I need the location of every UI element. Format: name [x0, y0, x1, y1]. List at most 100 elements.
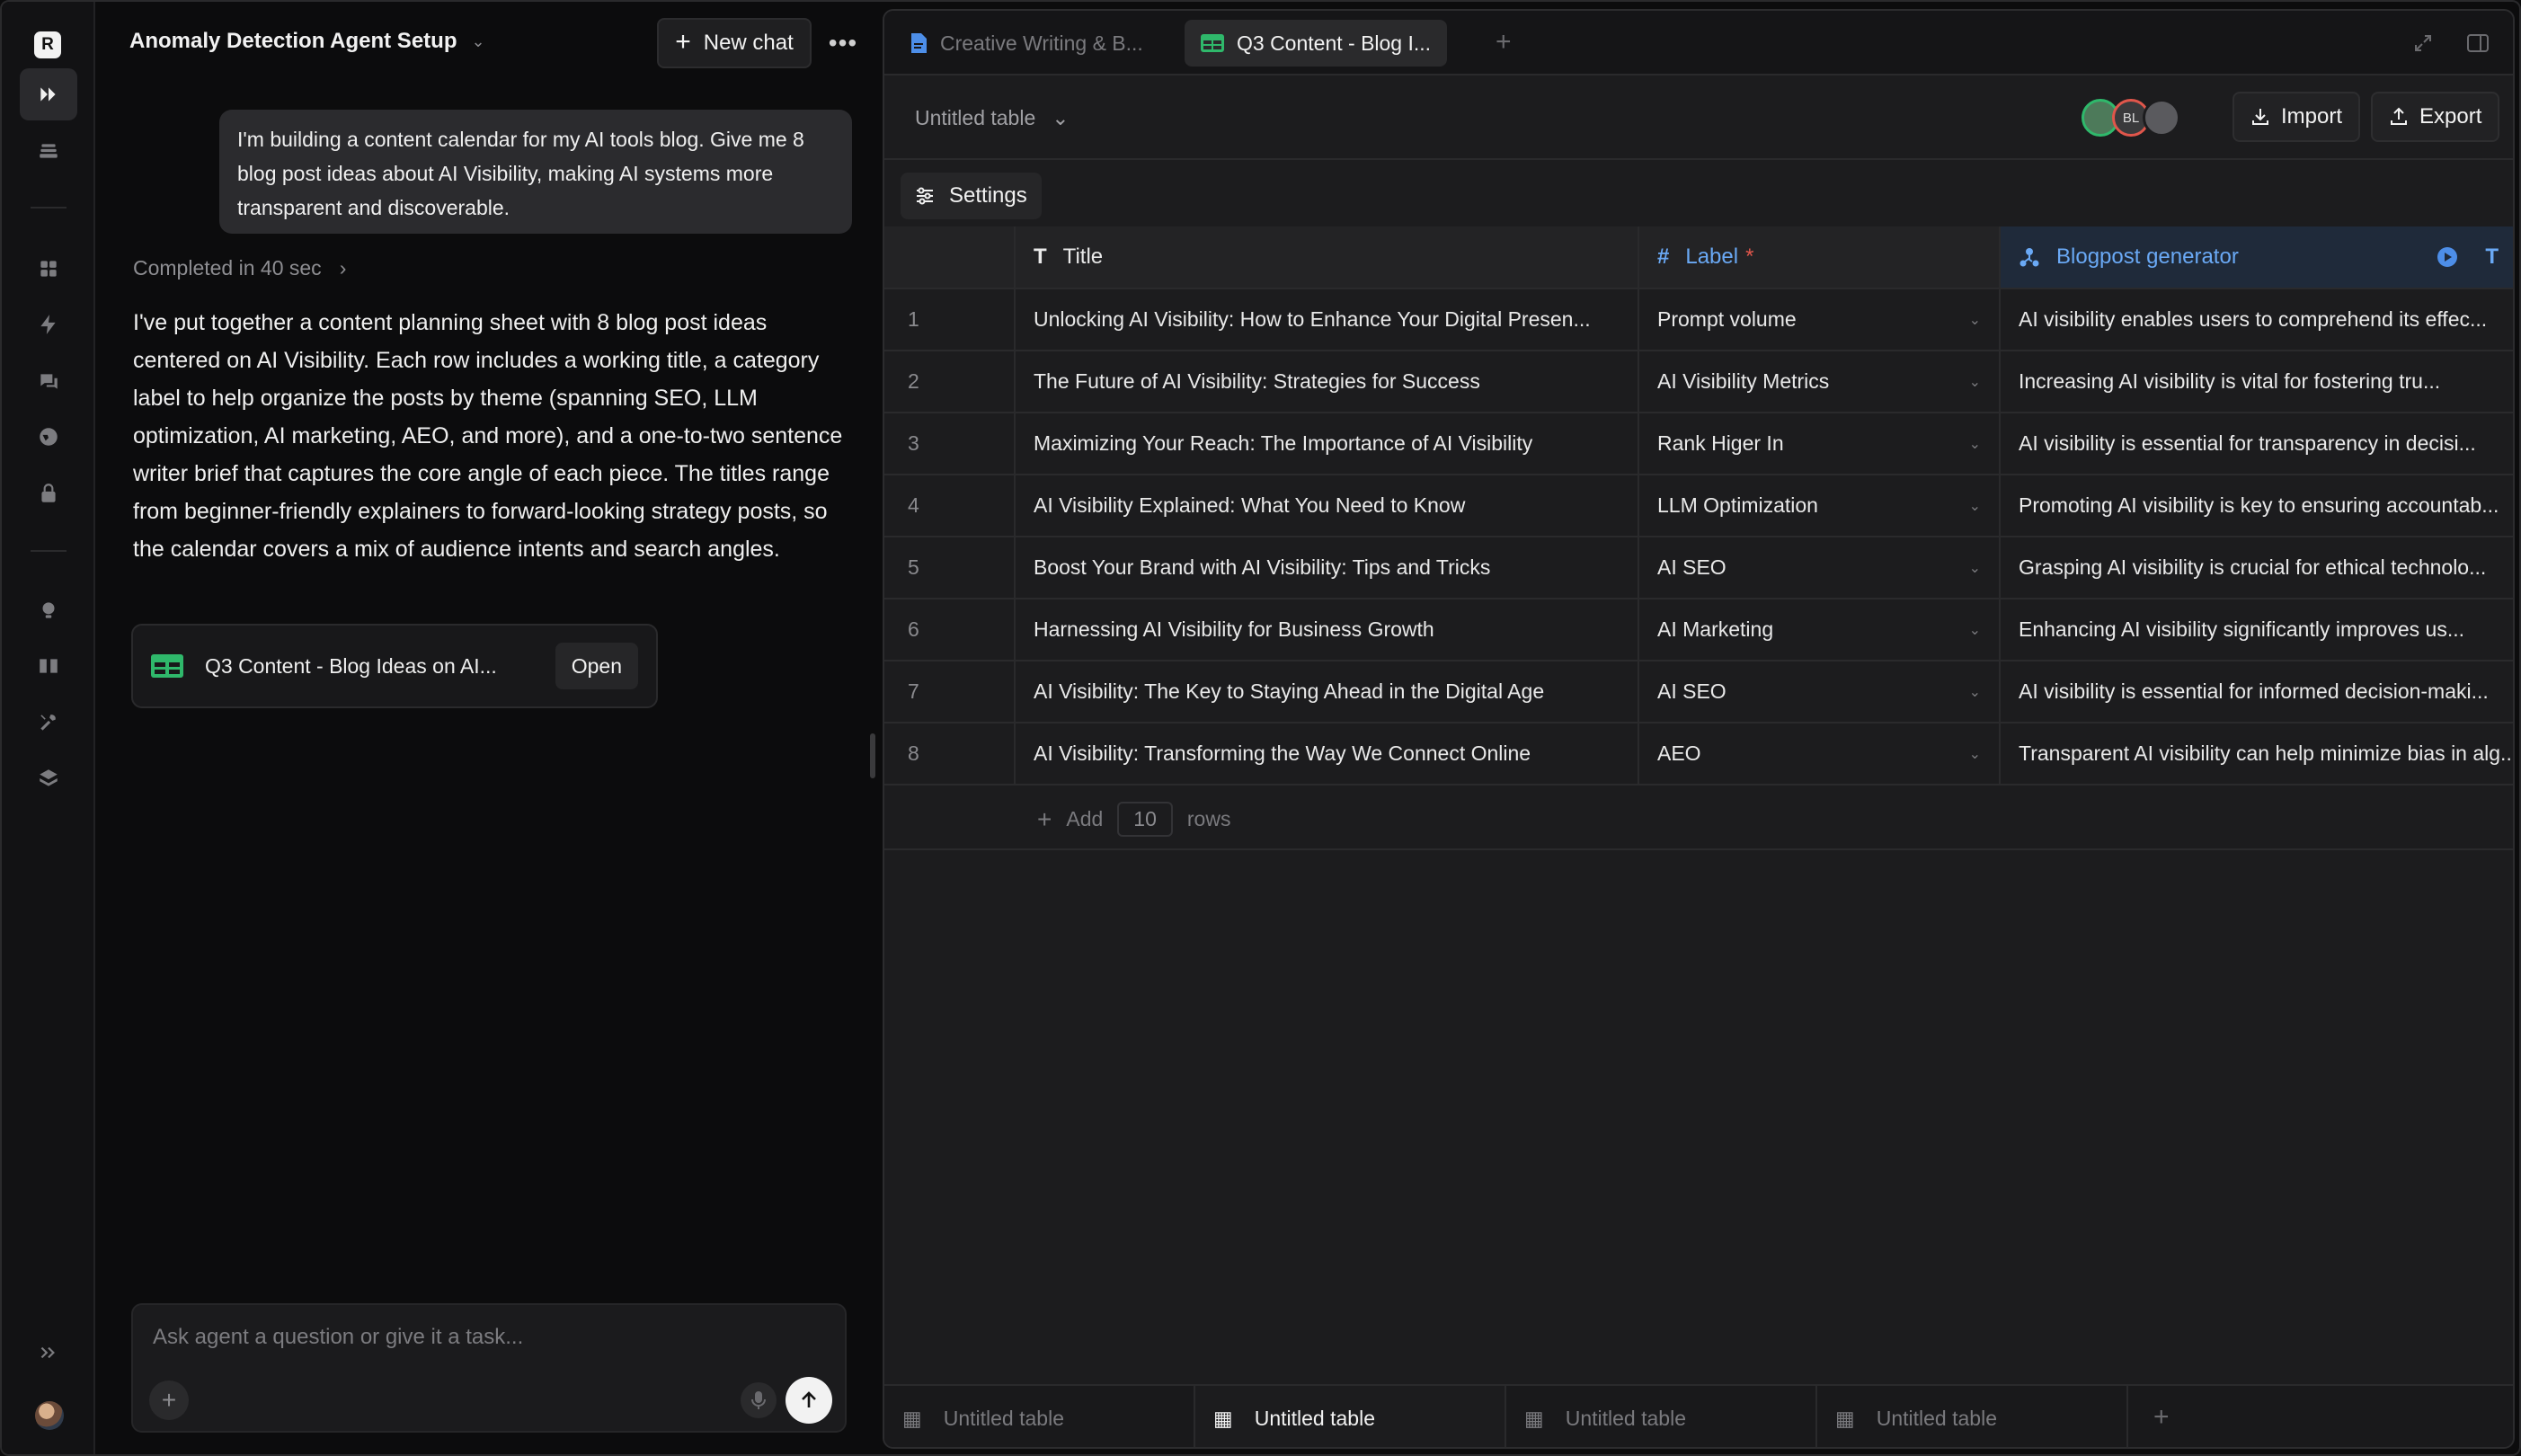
collaborator-avatars[interactable]: BL — [2082, 99, 2180, 137]
table-row[interactable]: 4 AI Visibility Explained: What You Need… — [884, 475, 2513, 537]
chat-icon[interactable] — [20, 355, 77, 407]
composer-placeholder[interactable]: Ask agent a question or give it a task..… — [153, 1325, 523, 1350]
chevron-down-icon[interactable]: ⌄ — [1969, 683, 1981, 701]
add-label[interactable]: Add — [1066, 807, 1103, 831]
chat-composer[interactable]: Ask agent a question or give it a task..… — [131, 1303, 847, 1433]
cell-title[interactable]: Maximizing Your Reach: The Importance of… — [1016, 413, 1639, 474]
cell-title[interactable]: Boost Your Brand with AI Visibility: Tip… — [1016, 537, 1639, 598]
send-arrow-icon[interactable] — [786, 1377, 832, 1424]
table-row[interactable]: 3 Maximizing Your Reach: The Importance … — [884, 413, 2513, 475]
cell-generator[interactable]: Enhancing AI visibility significantly im… — [2001, 599, 2513, 660]
completed-status[interactable]: Completed in 40 sec › — [133, 256, 346, 280]
sheet-tab-active[interactable]: ▦ Untitled table — [1195, 1386, 1506, 1447]
sidebar-toggle-icon[interactable] — [2466, 32, 2490, 58]
table-row[interactable]: 5 Boost Your Brand with AI Visibility: T… — [884, 537, 2513, 599]
row-number: 4 — [884, 475, 1016, 536]
agents-icon[interactable] — [20, 68, 77, 120]
rail-divider — [31, 550, 67, 552]
chat-title-dropdown[interactable]: Anomaly Detection Agent Setup ⌄ — [129, 29, 485, 54]
chevron-down-icon[interactable]: ⌄ — [1969, 497, 1981, 515]
import-button[interactable]: Import — [2233, 92, 2361, 142]
agent-answer: I've put together a content planning she… — [133, 310, 843, 562]
cell-label[interactable]: AI Visibility Metrics ⌄ — [1639, 351, 2001, 412]
cell-label-value: AI SEO — [1657, 555, 1727, 579]
more-options-icon[interactable]: ••• — [825, 25, 861, 61]
spreadsheet-icon — [1201, 34, 1224, 52]
bulb-icon[interactable] — [20, 584, 77, 636]
user-avatar[interactable] — [35, 1401, 64, 1430]
cell-generator[interactable]: Promoting AI visibility is key to ensuri… — [2001, 475, 2513, 536]
cell-generator[interactable]: AI visibility enables users to comprehen… — [2001, 289, 2513, 350]
bolt-icon[interactable] — [20, 298, 77, 351]
open-artifact-button[interactable]: Open — [555, 643, 638, 689]
column-header-label[interactable]: # Label * — [1639, 226, 2001, 288]
lock-icon[interactable] — [20, 467, 77, 519]
row-number: 2 — [884, 351, 1016, 412]
apps-icon[interactable] — [20, 243, 77, 295]
app-logo[interactable]: R — [34, 31, 61, 58]
globe-icon[interactable] — [20, 411, 77, 463]
tab-q3-content[interactable]: Q3 Content - Blog I... — [1185, 20, 1448, 67]
layers-icon[interactable] — [20, 752, 77, 804]
chevron-down-icon[interactable]: ⌄ — [1969, 745, 1981, 763]
sheet-tab[interactable]: ▦ Untitled table — [884, 1386, 1195, 1447]
inbox-icon[interactable] — [20, 125, 77, 177]
cell-title[interactable]: AI Visibility: The Key to Staying Ahead … — [1016, 661, 1639, 722]
avatar[interactable] — [2143, 99, 2180, 137]
cell-label[interactable]: Prompt volume ⌄ — [1639, 289, 2001, 350]
cell-generator[interactable]: AI visibility is essential for informed … — [2001, 661, 2513, 722]
chevron-down-icon[interactable]: ⌄ — [1969, 311, 1981, 329]
maximize-icon[interactable] — [2412, 32, 2434, 58]
run-play-icon[interactable] — [2437, 246, 2458, 268]
sheet-tab[interactable]: ▦ Untitled table — [1506, 1386, 1817, 1447]
cell-title[interactable]: AI Visibility Explained: What You Need t… — [1016, 475, 1639, 536]
row-number: 3 — [884, 413, 1016, 474]
cell-title[interactable]: Unlocking AI Visibility: How to Enhance … — [1016, 289, 1639, 350]
number-type-icon: # — [1657, 244, 1670, 269]
cell-title[interactable]: AI Visibility: Transforming the Way We C… — [1016, 724, 1639, 784]
column-header-title[interactable]: T Title — [1016, 226, 1639, 288]
table-name-dropdown[interactable]: Untitled table ⌄ — [915, 106, 1070, 130]
settings-button[interactable]: Settings — [901, 173, 1042, 219]
chevron-down-icon[interactable]: ⌄ — [1969, 621, 1981, 639]
chevron-down-icon[interactable]: ⌄ — [1969, 435, 1981, 453]
table-row[interactable]: 7 AI Visibility: The Key to Staying Ahea… — [884, 661, 2513, 724]
cell-generator[interactable]: Increasing AI visibility is vital for fo… — [2001, 351, 2513, 412]
table-row[interactable]: 1 Unlocking AI Visibility: How to Enhanc… — [884, 289, 2513, 351]
book-icon[interactable] — [20, 640, 77, 692]
artifact-card[interactable]: Q3 Content - Blog Ideas on AI... Open — [131, 624, 658, 708]
expand-rail-icon[interactable] — [20, 1327, 77, 1379]
cell-label[interactable]: AI SEO ⌄ — [1639, 537, 2001, 598]
cell-label[interactable]: LLM Optimization ⌄ — [1639, 475, 2001, 536]
new-chat-button[interactable]: + New chat — [657, 18, 812, 68]
rows-label: rows — [1186, 807, 1231, 830]
tab-creative-writing[interactable]: Creative Writing & B... — [893, 20, 1159, 67]
panel-resize-handle[interactable] — [870, 733, 875, 778]
export-button[interactable]: Export — [2371, 92, 2500, 142]
cell-title[interactable]: The Future of AI Visibility: Strategies … — [1016, 351, 1639, 412]
cell-label[interactable]: AI SEO ⌄ — [1639, 661, 2001, 722]
cell-generator[interactable]: Grasping AI visibility is crucial for et… — [2001, 537, 2513, 598]
table-row[interactable]: 6 Harnessing AI Visibility for Business … — [884, 599, 2513, 661]
cell-title[interactable]: Harnessing AI Visibility for Business Gr… — [1016, 599, 1639, 660]
cell-generator[interactable]: AI visibility is essential for transpare… — [2001, 413, 2513, 474]
tools-icon[interactable] — [20, 697, 77, 749]
row-count-input[interactable]: 10 — [1117, 802, 1173, 837]
add-tab-icon[interactable]: + — [1496, 27, 1512, 58]
cell-generator[interactable]: Transparent AI visibility can help minim… — [2001, 724, 2513, 784]
table-row[interactable]: 2 The Future of AI Visibility: Strategie… — [884, 351, 2513, 413]
microphone-icon[interactable] — [741, 1382, 777, 1418]
cell-label[interactable]: AEO ⌄ — [1639, 724, 2001, 784]
app-window: R Anomaly Detection Agent Setup ⌄ + New … — [0, 0, 2521, 1456]
cell-label[interactable]: AI Marketing ⌄ — [1639, 599, 2001, 660]
chevron-down-icon[interactable]: ⌄ — [1969, 559, 1981, 577]
cell-label[interactable]: Rank Higer In ⌄ — [1639, 413, 2001, 474]
add-rows-control[interactable]: + Add 10 rows — [1037, 802, 1230, 837]
add-sheet-icon[interactable]: + — [2153, 1402, 2170, 1433]
chevron-down-icon[interactable]: ⌄ — [1969, 373, 1981, 391]
table-row[interactable]: 8 AI Visibility: Transforming the Way We… — [884, 724, 2513, 786]
column-header-generator[interactable]: Blogpost generator T — [2001, 226, 2513, 288]
attach-plus-icon[interactable]: + — [149, 1381, 189, 1420]
plus-icon[interactable]: + — [1037, 805, 1052, 834]
sheet-tab[interactable]: ▦ Untitled table — [1817, 1386, 2128, 1447]
